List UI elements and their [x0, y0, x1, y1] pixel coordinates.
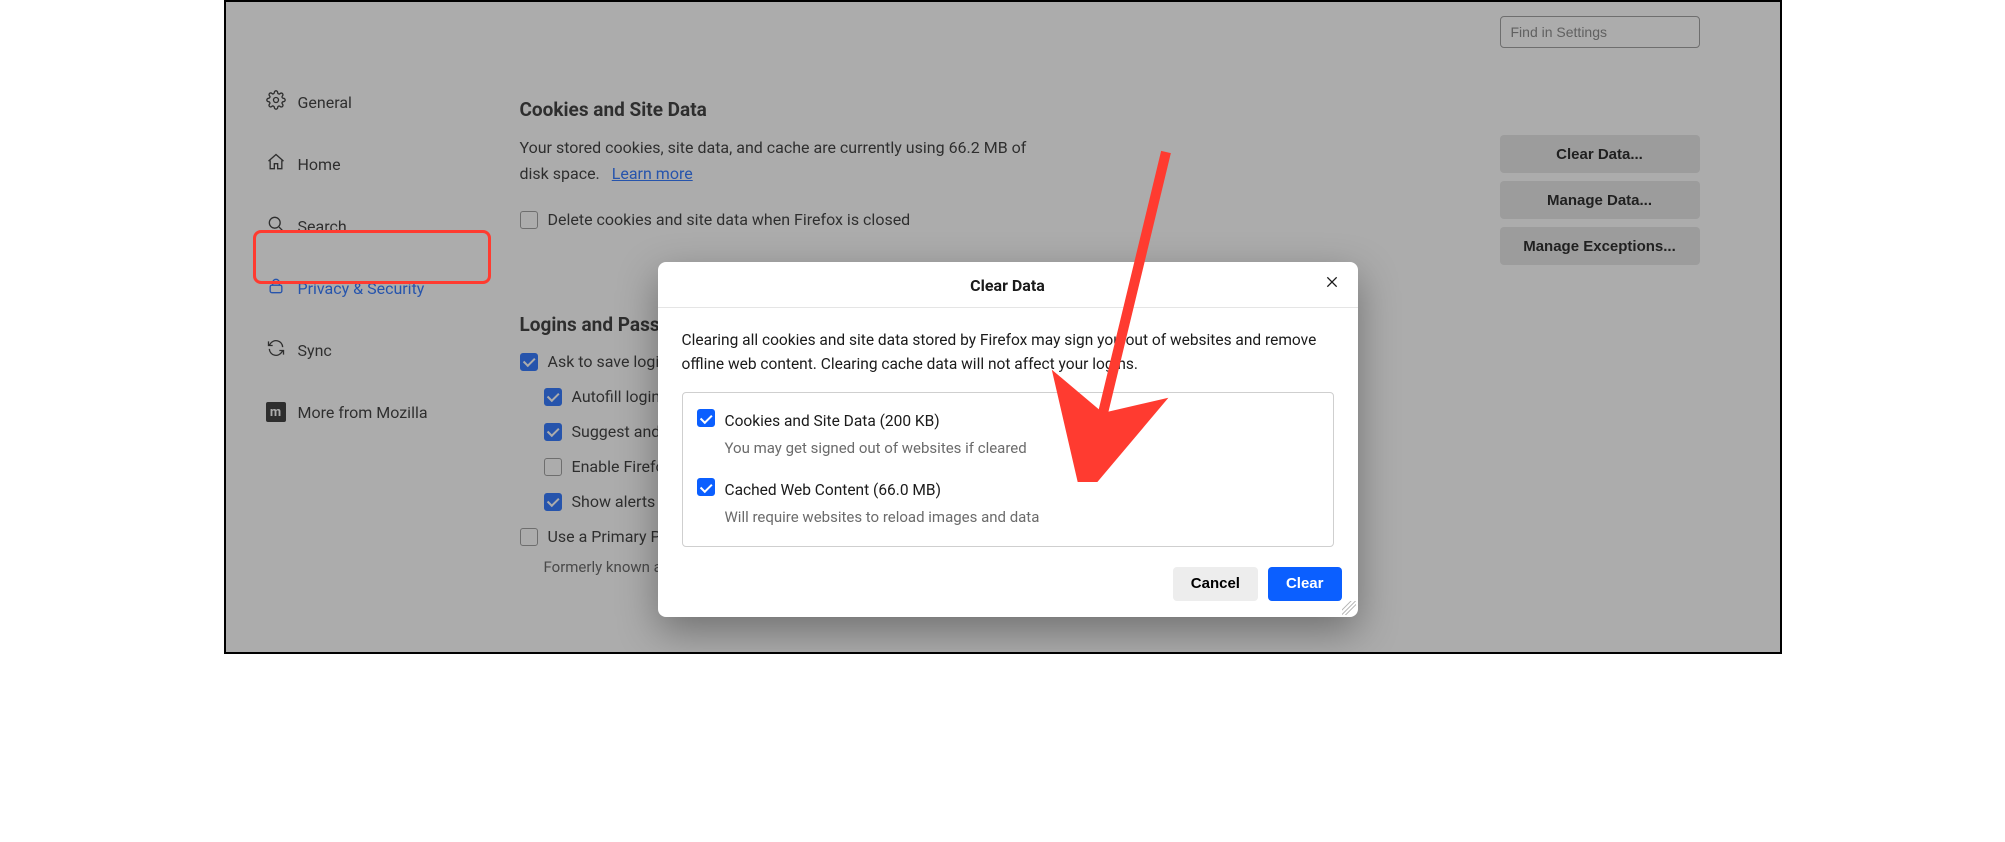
- use-primary-checkbox[interactable]: [520, 528, 538, 546]
- manage-exceptions-button[interactable]: Manage Exceptions...: [1500, 227, 1700, 265]
- sidebar-item-label: Sync: [298, 341, 332, 360]
- sidebar-item-home[interactable]: Home: [256, 144, 506, 184]
- dialog-title: Clear Data: [970, 276, 1045, 295]
- dialog-option-box: Cookies and Site Data (200 KB) You may g…: [682, 392, 1334, 547]
- sidebar-item-label: More from Mozilla: [298, 403, 428, 422]
- cookies-option-sub: You may get signed out of websites if cl…: [725, 437, 1027, 460]
- delete-on-close-label: Delete cookies and site data when Firefo…: [548, 210, 911, 229]
- section-title-cookies: Cookies and Site Data: [520, 98, 1700, 121]
- cookies-option-checkbox[interactable]: [697, 409, 715, 427]
- sidebar: General Home Search Privacy & Security: [226, 2, 506, 652]
- clear-button[interactable]: Clear: [1268, 567, 1342, 601]
- sidebar-item-sync[interactable]: Sync: [256, 330, 506, 370]
- dialog-description: Clearing all cookies and site data store…: [682, 328, 1334, 376]
- ask-save-checkbox[interactable]: [520, 353, 538, 371]
- sidebar-item-label: Privacy & Security: [298, 279, 425, 298]
- delete-on-close-checkbox[interactable]: [520, 211, 538, 229]
- cookies-option-label: Cookies and Site Data (200 KB): [725, 409, 1027, 433]
- sidebar-item-more-mozilla[interactable]: m More from Mozilla: [256, 392, 506, 432]
- cancel-button[interactable]: Cancel: [1173, 567, 1258, 601]
- sidebar-item-label: Search: [298, 217, 347, 236]
- lock-icon: [266, 276, 286, 300]
- close-icon: [1324, 274, 1340, 294]
- gear-icon: [266, 90, 286, 114]
- close-button[interactable]: [1320, 272, 1344, 296]
- sync-icon: [266, 338, 286, 362]
- home-icon: [266, 152, 286, 176]
- sidebar-item-label: Home: [298, 155, 341, 174]
- enable-relay-checkbox[interactable]: [544, 458, 562, 476]
- sidebar-item-general[interactable]: General: [256, 82, 506, 122]
- sidebar-item-label: General: [298, 93, 352, 112]
- clear-data-dialog: Clear Data Clearing all cookies and site…: [658, 262, 1358, 617]
- cookies-storage-text: Your stored cookies, site data, and cach…: [520, 135, 1060, 186]
- cache-option-checkbox[interactable]: [697, 478, 715, 496]
- manage-data-button[interactable]: Manage Data...: [1500, 181, 1700, 219]
- resize-grip[interactable]: [1342, 601, 1356, 615]
- clear-data-button[interactable]: Clear Data...: [1500, 135, 1700, 173]
- search-input[interactable]: [1500, 16, 1700, 48]
- mozilla-icon: m: [266, 402, 286, 422]
- suggest-checkbox[interactable]: [544, 423, 562, 441]
- sidebar-item-privacy-security[interactable]: Privacy & Security: [256, 268, 506, 308]
- sidebar-item-search[interactable]: Search: [256, 206, 506, 246]
- learn-more-link[interactable]: Learn more: [612, 164, 693, 183]
- cache-option-sub: Will require websites to reload images a…: [725, 506, 1040, 529]
- cache-option-label: Cached Web Content (66.0 MB): [725, 478, 1040, 502]
- autofill-checkbox[interactable]: [544, 388, 562, 406]
- show-alerts-checkbox[interactable]: [544, 493, 562, 511]
- search-icon: [266, 214, 286, 238]
